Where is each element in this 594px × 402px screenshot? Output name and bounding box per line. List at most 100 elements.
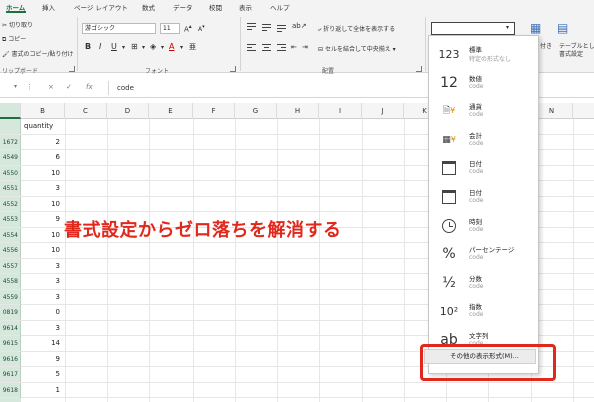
- wrap-text-button[interactable]: ⤶ 折り返して全体を表示する: [318, 24, 395, 34]
- quantity-cell[interactable]: 0: [21, 305, 65, 320]
- row-id-cell[interactable]: 4549: [0, 150, 21, 165]
- copy-button[interactable]: ⧉ コピー: [2, 34, 26, 44]
- align-top-icon[interactable]: [247, 23, 256, 31]
- row-id-cell[interactable]: 1672: [0, 134, 21, 150]
- quantity-cell[interactable]: 10: [21, 197, 65, 212]
- number-format-option[interactable]: 日付 code: [429, 154, 538, 183]
- font-size-select[interactable]: 11: [160, 23, 180, 34]
- align-bottom-icon[interactable]: [277, 23, 286, 32]
- quantity-cell[interactable]: 1: [21, 383, 65, 398]
- column-header[interactable]: G: [235, 103, 277, 119]
- quantity-cell[interactable]: 10: [21, 243, 65, 258]
- indent-increase-icon[interactable]: ⇥: [302, 43, 308, 51]
- number-format-option[interactable]: 123 標準 特定の形式なし: [429, 40, 538, 69]
- quantity-cell[interactable]: 10: [21, 228, 65, 243]
- align-center-icon[interactable]: [262, 44, 271, 52]
- quantity-cell[interactable]: 3: [21, 259, 65, 274]
- italic-button[interactable]: I: [99, 42, 101, 51]
- row-id-cell[interactable]: 4550: [0, 165, 21, 181]
- confirm-edit-icon[interactable]: ✓: [66, 83, 72, 91]
- number-format-option[interactable]: ½ 分数 code: [429, 269, 538, 298]
- number-format-select[interactable]: [431, 22, 515, 35]
- tab-insert[interactable]: 挿入: [42, 2, 55, 12]
- quantity-cell[interactable]: 9: [21, 212, 65, 227]
- number-format-dropdown-icon[interactable]: ▾: [506, 24, 509, 31]
- number-format-option[interactable]: % パーセンテージ code: [429, 240, 538, 269]
- fill-color-icon[interactable]: ◈: [150, 42, 156, 51]
- cut-button[interactable]: ✂ 切り取り: [2, 20, 33, 29]
- column-header[interactable]: C: [65, 103, 107, 119]
- row-id-cell[interactable]: 4551: [0, 181, 21, 196]
- format-as-table-icon[interactable]: ▤: [557, 21, 568, 35]
- cancel-edit-icon[interactable]: ×: [48, 83, 54, 91]
- conditional-format-icon[interactable]: ▦: [530, 21, 541, 35]
- font-launcher-icon[interactable]: [230, 66, 236, 72]
- format-painter-button[interactable]: 🖌 書式のコピー/貼り付け: [2, 49, 74, 58]
- number-format-option[interactable]: 12 数値 code: [429, 69, 538, 98]
- number-format-option[interactable]: 🗎¥ 通貨 code: [429, 97, 538, 126]
- font-name-select[interactable]: 游ゴシック: [82, 23, 156, 34]
- quantity-cell[interactable]: 3: [21, 181, 65, 196]
- quantity-cell[interactable]: 5: [21, 367, 65, 382]
- underline-button[interactable]: U: [111, 42, 117, 51]
- number-format-option[interactable]: 時刻 code: [429, 212, 538, 241]
- quantity-cell[interactable]: 9: [21, 352, 65, 367]
- row-id-cell[interactable]: 4558: [0, 274, 21, 289]
- column-header[interactable]: I: [319, 103, 362, 119]
- align-right-icon[interactable]: [277, 44, 286, 52]
- row-id-cell[interactable]: 9618: [0, 382, 21, 398]
- quantity-cell[interactable]: 14: [21, 336, 65, 351]
- column-header[interactable]: H: [277, 103, 319, 119]
- quantity-cell[interactable]: 6: [21, 150, 65, 165]
- number-format-option[interactable]: ▦¥ 会計 code: [429, 126, 538, 155]
- orientation-icon[interactable]: ab↗: [292, 22, 307, 30]
- row-id-cell[interactable]: 9616: [0, 351, 21, 367]
- column-header[interactable]: B: [21, 103, 65, 119]
- insert-function-icon[interactable]: fx: [86, 83, 93, 91]
- quantity-cell[interactable]: 3: [21, 290, 65, 305]
- row-id-cell[interactable]: 9615: [0, 336, 21, 351]
- row-id-cell[interactable]: 9617: [0, 367, 21, 382]
- font-color-icon[interactable]: A: [169, 42, 174, 51]
- row-id-cell[interactable]: 4553: [0, 212, 21, 227]
- quantity-cell[interactable]: 3: [21, 321, 65, 336]
- number-format-option[interactable]: 10² 指数 code: [429, 297, 538, 326]
- column-header-a[interactable]: [0, 103, 21, 119]
- quantity-cell[interactable]: 3: [21, 274, 65, 289]
- tab-review[interactable]: 校閲: [209, 2, 222, 12]
- number-format-option[interactable]: 日付 code: [429, 183, 538, 212]
- align-middle-icon[interactable]: [262, 23, 271, 31]
- cell-a[interactable]: [0, 119, 21, 134]
- column-header[interactable]: E: [149, 103, 193, 119]
- tab-data[interactable]: データ: [173, 2, 193, 12]
- row-id-cell[interactable]: 4554: [0, 227, 21, 243]
- name-box-dropdown-icon[interactable]: ▾: [14, 83, 17, 90]
- phonetic-icon[interactable]: 亜: [189, 42, 196, 52]
- quantity-header-cell[interactable]: quantity: [24, 119, 53, 134]
- font-color-dropdown-icon[interactable]: ▾: [180, 44, 183, 51]
- underline-dropdown-icon[interactable]: ▾: [122, 44, 125, 51]
- row-id-cell[interactable]: 4552: [0, 196, 21, 212]
- row-id-cell[interactable]: 9614: [0, 320, 21, 336]
- quantity-cell[interactable]: 10: [21, 166, 65, 181]
- fill-dropdown-icon[interactable]: ▾: [161, 44, 164, 51]
- column-header[interactable]: J: [362, 103, 404, 119]
- row-id-cell[interactable]: 4557: [0, 258, 21, 274]
- quantity-cell[interactable]: 2: [21, 135, 65, 150]
- align-left-icon[interactable]: [247, 44, 256, 52]
- font-grow-icon[interactable]: A▴: [184, 24, 192, 33]
- column-header[interactable]: D: [107, 103, 149, 119]
- border-dropdown-icon[interactable]: ▾: [142, 44, 145, 51]
- merge-center-button[interactable]: ⊟ セルを結合して中央揃え ▾: [318, 44, 396, 53]
- indent-decrease-icon[interactable]: ⇤: [291, 43, 297, 51]
- row-id-cell[interactable]: 4556: [0, 243, 21, 258]
- border-icon[interactable]: ⊞: [131, 42, 138, 51]
- row-id-cell[interactable]: 0819: [0, 305, 21, 320]
- tab-page-layout[interactable]: ページ レイアウト: [74, 2, 128, 12]
- tab-formulas[interactable]: 数式: [142, 2, 155, 12]
- alignment-launcher-icon[interactable]: [416, 66, 422, 72]
- font-shrink-icon[interactable]: A▾: [198, 24, 205, 33]
- tab-help[interactable]: ヘルプ: [270, 2, 290, 12]
- tab-view[interactable]: 表示: [239, 2, 252, 12]
- row-id-cell[interactable]: 4559: [0, 289, 21, 305]
